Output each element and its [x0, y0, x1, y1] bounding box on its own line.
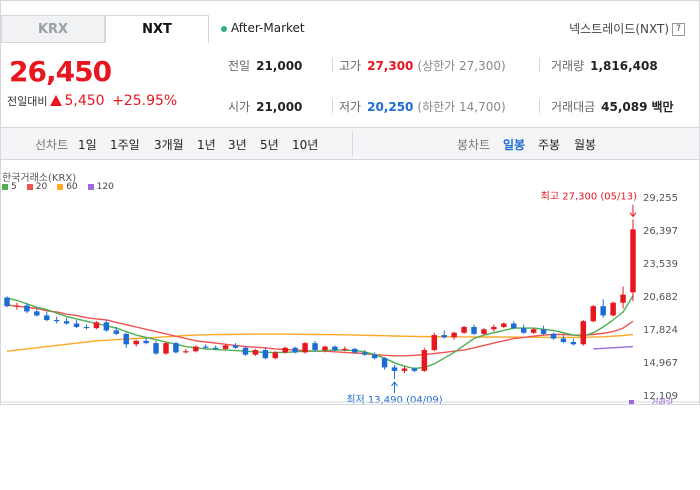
candle-body [550, 333, 557, 339]
candle-body [451, 332, 457, 338]
ma60-line [6, 333, 634, 352]
candle-body [183, 351, 189, 353]
candle-body [381, 358, 388, 368]
high-arrow-icon [629, 204, 637, 218]
candle-body [44, 315, 50, 321]
candle-body [24, 305, 30, 312]
candle-body [113, 330, 120, 334]
y-tick-label: 26,397 [643, 226, 678, 237]
y-tick-label: 17,824 [643, 325, 678, 336]
candle-body [371, 354, 378, 359]
candle-body [242, 347, 249, 355]
candle-body [202, 346, 209, 348]
candle-body [471, 326, 477, 334]
candle-body [153, 343, 159, 354]
stock-panel: KRX NXT After-Market 넥스트레이드(NXT)? 26,450… [0, 0, 700, 405]
candle-body [312, 343, 318, 351]
candle-body [401, 368, 408, 371]
candle-body [560, 338, 567, 342]
y-tick-label: 20,682 [643, 292, 678, 303]
volume-label: 거래량 [651, 397, 674, 405]
candle-body [530, 329, 537, 333]
candle-body [63, 321, 70, 324]
candle-body [103, 322, 110, 331]
candle-body [620, 294, 626, 303]
candle-body [252, 350, 259, 355]
ma5-line [6, 295, 634, 370]
candle-body [511, 323, 517, 329]
candle-body [173, 343, 179, 353]
candle-body [342, 348, 348, 351]
candle-body [93, 322, 100, 329]
candle-body [421, 350, 428, 371]
candle-body [133, 340, 139, 345]
candle-body [34, 311, 40, 316]
volume-marker [629, 400, 634, 404]
candle-body [4, 297, 10, 307]
candle-body [481, 329, 487, 334]
candle-body [123, 333, 129, 345]
candle-body [610, 302, 616, 316]
ma20-line [6, 304, 634, 357]
candle-body [292, 347, 298, 353]
candle-body [570, 341, 577, 345]
candle-body [391, 367, 398, 371]
candle-body [540, 329, 547, 334]
candle-body [73, 323, 80, 327]
candle-body [193, 346, 199, 352]
candle-body [163, 343, 169, 354]
y-tick-label: 29,255 [643, 193, 678, 204]
candle-body [352, 348, 358, 353]
candle-body [361, 352, 368, 355]
candle-body [501, 323, 507, 327]
candle-body [441, 335, 447, 338]
candle-body [520, 328, 527, 333]
candle-body [262, 350, 269, 359]
candle-body [630, 229, 636, 293]
candle-body [491, 326, 497, 330]
candle-body [53, 320, 60, 322]
candle-body [302, 343, 308, 353]
y-tick-label: 23,539 [643, 259, 678, 270]
low-arrow-icon [391, 381, 398, 394]
high-annotation: 최고 27,300 (05/13) [541, 191, 637, 203]
candle-body [272, 352, 279, 359]
candle-body [222, 345, 229, 349]
y-tick-label: 14,967 [643, 358, 678, 369]
candle-body [83, 326, 90, 329]
candle-body [411, 368, 418, 371]
candle-body [14, 305, 20, 307]
candle-body [600, 306, 606, 316]
candle-body [232, 345, 239, 348]
candle-body [332, 346, 338, 351]
candlestick-chart[interactable]: 29,25526,39723,53920,68217,82414,96712,1… [1, 1, 700, 405]
candle-body [282, 347, 288, 353]
candle-body [322, 346, 328, 351]
candle-body [143, 340, 149, 344]
low-annotation: 최저 13,490 (04/09) [346, 394, 442, 405]
candle-body [461, 326, 467, 333]
candle-body [431, 335, 438, 351]
ma120-line [593, 345, 634, 350]
candle-body [590, 306, 596, 322]
candle-body [580, 321, 587, 345]
candle-body [212, 347, 219, 349]
